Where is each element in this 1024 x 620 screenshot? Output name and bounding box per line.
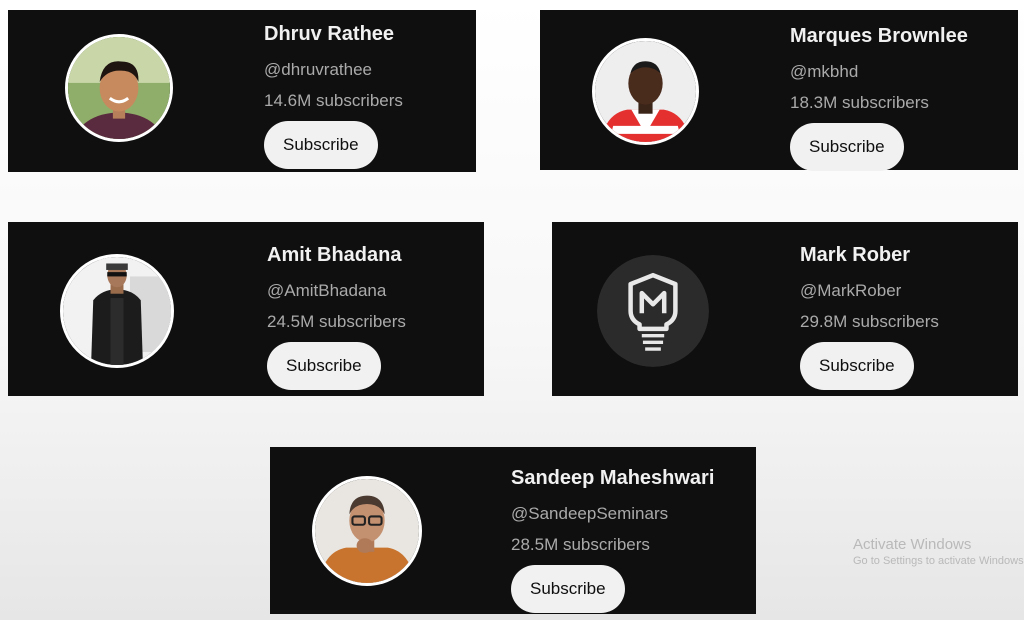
subscriber-count: 29.8M subscribers (800, 312, 939, 331)
subscribe-button[interactable]: Subscribe (264, 121, 378, 169)
subscribe-button[interactable]: Subscribe (800, 342, 914, 390)
channel-name[interactable]: Marques Brownlee (790, 25, 968, 48)
subscriber-count: 24.5M subscribers (267, 312, 406, 331)
channel-name[interactable]: Amit Bhadana (267, 244, 406, 267)
channel-avatar[interactable] (65, 34, 173, 142)
channel-name[interactable]: Mark Rober (800, 244, 939, 267)
channel-card-mark-rober: Mark Rober @MarkRober 29.8M subscribers … (552, 222, 1018, 396)
channel-handle: @dhruvrathee (264, 60, 372, 79)
channel-card-marques-brownlee: Marques Brownlee @mkbhd 18.3M subscriber… (540, 10, 1018, 171)
channel-avatar[interactable] (597, 255, 709, 367)
avatar-photo-icon (63, 257, 171, 365)
subscriber-count: 18.3M subscribers (790, 93, 929, 112)
subscriber-count: 28.5M subscribers (511, 535, 650, 554)
subscribe-button[interactable]: Subscribe (790, 123, 904, 171)
channel-card-dhruv-rathee: Dhruv Rathee @dhruvrathee 14.6M subscrib… (8, 10, 476, 172)
channel-avatar[interactable] (592, 38, 699, 145)
watermark-subtitle: Go to Settings to activate Windows. (853, 555, 1024, 567)
avatar-photo-icon (68, 37, 170, 139)
channel-name[interactable]: Sandeep Maheshwari (511, 467, 714, 490)
channel-card-sandeep-maheshwari: Sandeep Maheshwari @SandeepSeminars 28.5… (270, 447, 756, 614)
subscribe-button[interactable]: Subscribe (267, 342, 381, 390)
activate-windows-watermark: Activate Windows Go to Settings to activ… (853, 536, 1024, 567)
lightbulb-logo-icon (597, 255, 709, 367)
channel-handle: @MarkRober (800, 281, 902, 300)
channel-card-amit-bhadana: Amit Bhadana @AmitBhadana 24.5M subscrib… (8, 222, 484, 396)
subscriber-count: 14.6M subscribers (264, 91, 403, 110)
avatar-photo-icon (315, 479, 419, 583)
watermark-title: Activate Windows (853, 536, 972, 553)
channel-handle: @SandeepSeminars (511, 504, 669, 523)
channel-handle: @mkbhd (790, 62, 859, 81)
subscribe-button[interactable]: Subscribe (511, 565, 625, 613)
channel-handle: @AmitBhadana (267, 281, 387, 300)
avatar-photo-icon (595, 41, 696, 142)
channel-avatar[interactable] (60, 254, 174, 368)
channel-avatar[interactable] (312, 476, 422, 586)
channel-name[interactable]: Dhruv Rathee (264, 23, 403, 46)
